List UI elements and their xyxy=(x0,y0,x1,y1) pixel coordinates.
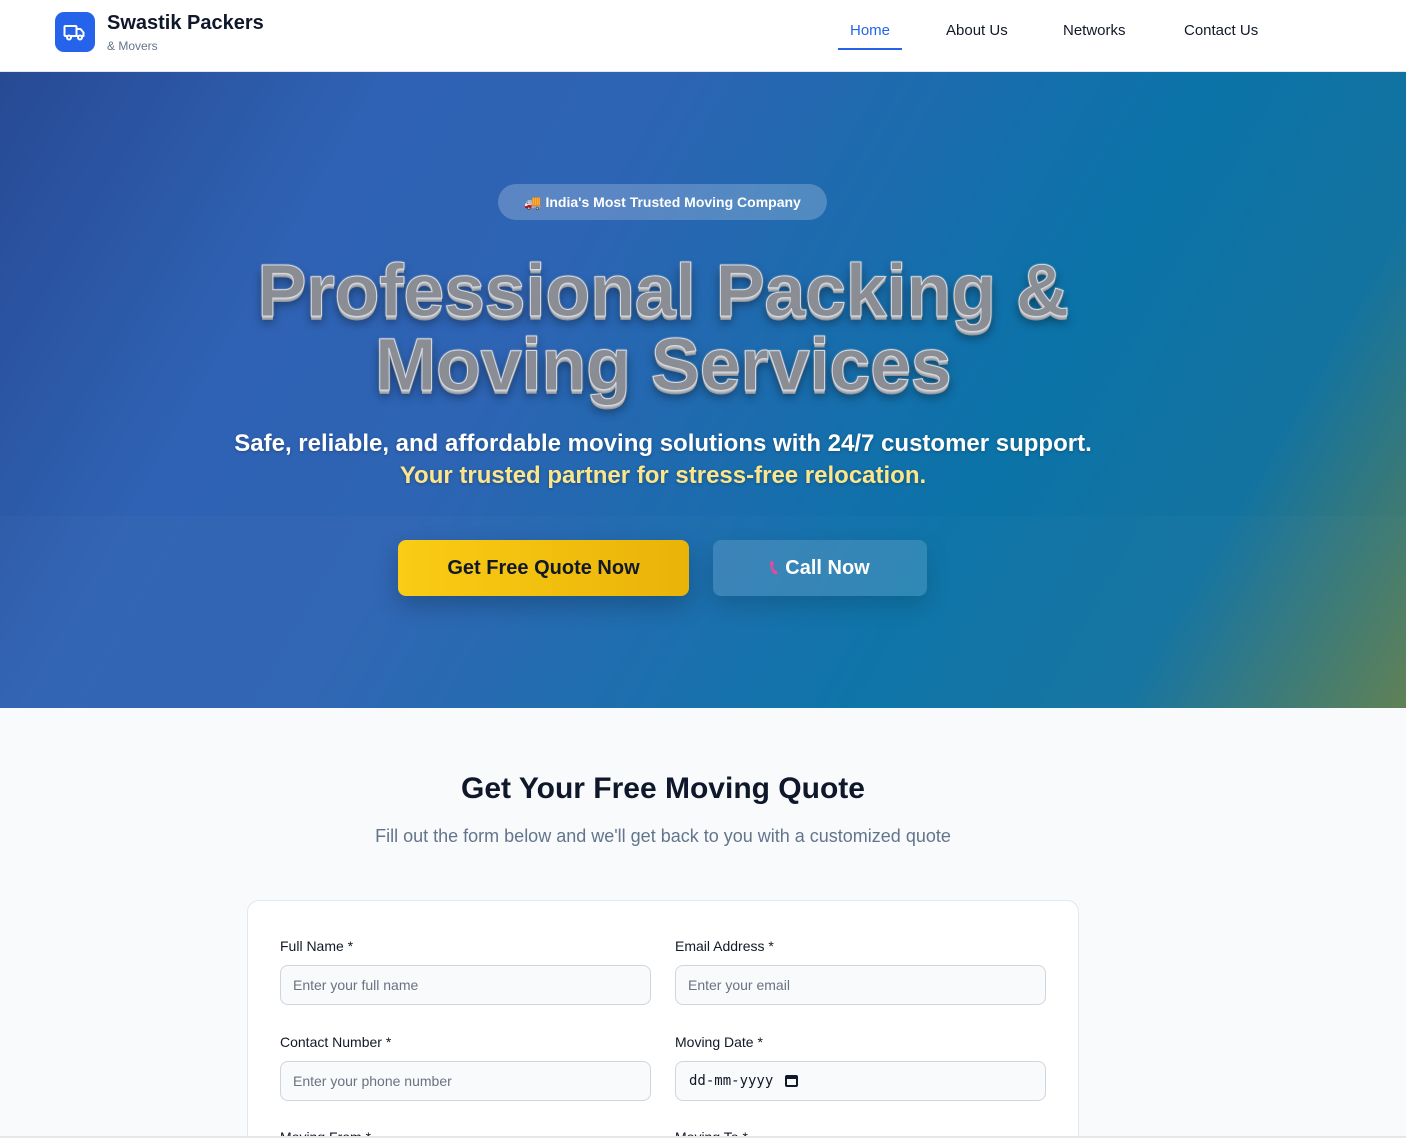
hero-section: 🚚 India's Most Trusted Moving Company Pr… xyxy=(0,72,1406,708)
call-now-label: Call Now xyxy=(785,556,870,579)
calendar-icon[interactable] xyxy=(785,1075,799,1087)
brand-name[interactable]: Swastik Packers xyxy=(107,12,264,35)
nav-networks[interactable]: Networks xyxy=(1063,22,1126,39)
quote-form: Full Name * Email Address * Contact Numb… xyxy=(247,900,1079,1138)
email-label: Email Address * xyxy=(675,938,774,954)
hero-title-line1: Professional Packing & xyxy=(257,249,1070,332)
nav-active-indicator xyxy=(838,48,902,50)
brand-subtitle: & Movers xyxy=(107,39,158,53)
logo[interactable] xyxy=(55,12,95,52)
nav-about-us[interactable]: About Us xyxy=(946,22,1008,39)
full-name-label: Full Name * xyxy=(280,938,354,954)
trust-badge: 🚚 India's Most Trusted Moving Company xyxy=(498,184,827,220)
nav-home[interactable]: Home xyxy=(850,22,890,39)
hero-subtitle-line2: Your trusted partner for stress-free rel… xyxy=(399,462,927,489)
quote-section-title: Get Your Free Moving Quote xyxy=(461,772,865,805)
nav-contact-us[interactable]: Contact Us xyxy=(1184,22,1258,39)
quote-section-subtitle: Fill out the form below and we'll get ba… xyxy=(375,826,951,846)
full-name-input[interactable] xyxy=(280,965,651,1005)
moving-date-label: Moving Date * xyxy=(675,1034,763,1050)
hero-subtitle-line1: Safe, reliable, and affordable moving so… xyxy=(234,430,1092,457)
hero-title-line2: Moving Services xyxy=(374,323,952,406)
get-free-quote-button[interactable]: Get Free Quote Now xyxy=(398,540,689,596)
email-input[interactable] xyxy=(675,965,1046,1005)
call-now-button[interactable]: 📞︎ Call Now xyxy=(713,540,927,596)
contact-number-label: Contact Number * xyxy=(280,1034,392,1050)
moving-date-input[interactable]: dd-mm-yyyy xyxy=(675,1061,1046,1101)
phone-icon: 📞︎ xyxy=(770,556,778,579)
moving-date-value: dd-mm-yyyy xyxy=(689,1073,774,1089)
hero-band xyxy=(0,516,1406,708)
truck-icon xyxy=(63,25,85,41)
site-header: Swastik Packers & Movers Home About Us N… xyxy=(0,0,1406,72)
badge-label: 🚚 India's Most Trusted Moving Company xyxy=(524,193,801,210)
contact-number-input[interactable] xyxy=(280,1061,651,1101)
